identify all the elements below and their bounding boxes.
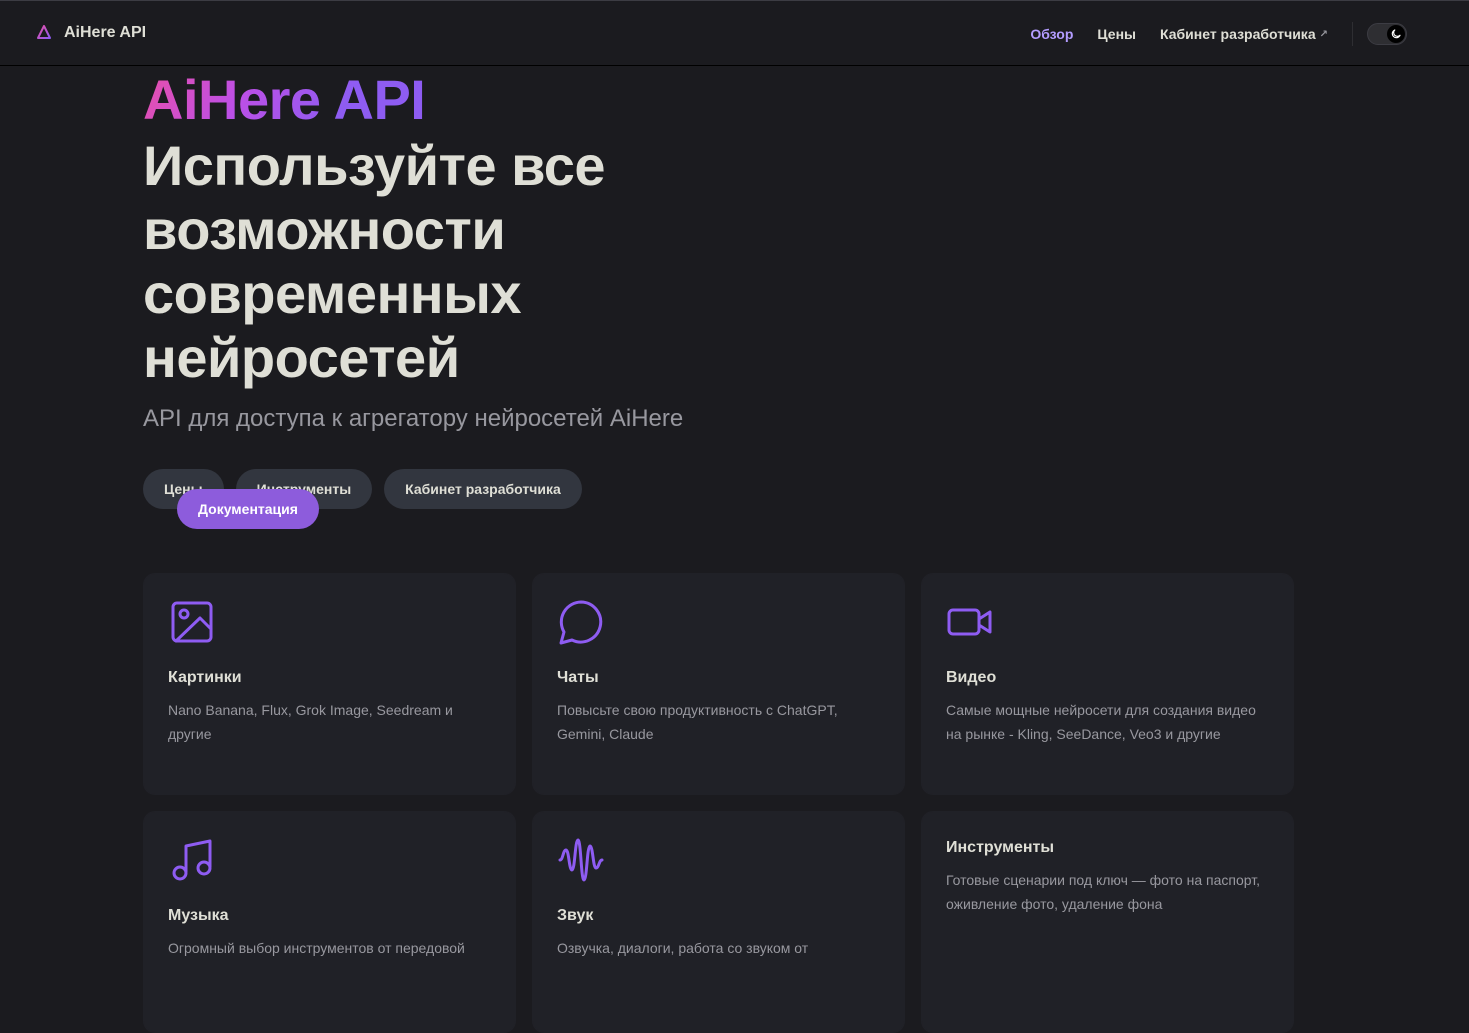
chat-bubble-icon bbox=[559, 600, 603, 645]
video-camera-icon bbox=[947, 608, 992, 636]
nav-link-label: Кабинет разработчика bbox=[1160, 26, 1316, 42]
feature-card-tools[interactable]: Инструменты Готовые сценарии под ключ — … bbox=[921, 811, 1294, 1033]
feature-card-images[interactable]: Картинки Nano Banana, Flux, Grok Image, … bbox=[143, 573, 516, 795]
feature-card-sound[interactable]: Звук Озвучка, диалоги, работа со звуком … bbox=[532, 811, 905, 1033]
nav-link-prices[interactable]: Цены bbox=[1085, 26, 1148, 42]
feature-title: Чаты bbox=[557, 669, 599, 686]
logo-icon bbox=[37, 25, 51, 39]
hero-name: AiHere API bbox=[143, 68, 426, 131]
feature-title: Звук bbox=[557, 907, 594, 924]
feature-title: Картинки bbox=[168, 669, 242, 686]
nav-link-label: Цены bbox=[1097, 26, 1136, 42]
hero-headline: Используйте все возможности современных … bbox=[143, 134, 606, 389]
feature-title: Музыка bbox=[168, 907, 229, 924]
feature-details: Повысьте свою продуктивность с ChatGPT, … bbox=[557, 702, 838, 742]
external-link-icon: ↗ bbox=[1319, 28, 1328, 40]
image-icon bbox=[171, 601, 213, 643]
feature-details: Самые мощные нейросети для создания виде… bbox=[946, 702, 1256, 742]
appearance-toggle[interactable] bbox=[1367, 23, 1407, 45]
nav-link-label: Обзор bbox=[1030, 26, 1074, 42]
feature-card-music[interactable]: Музыка Огромный выбор инструментов от пе… bbox=[143, 811, 516, 1033]
nav-link-overview[interactable]: Обзор bbox=[1018, 26, 1085, 42]
brand-title: AiHere API bbox=[64, 24, 147, 41]
feature-card-chats[interactable]: Чаты Повысьте свою продуктивность с Chat… bbox=[532, 573, 905, 795]
moon-icon bbox=[1391, 29, 1401, 39]
sound-wave-icon bbox=[558, 838, 604, 882]
hero-actions: Документация Цены Инструменты Кабинет ра… bbox=[143, 469, 582, 529]
feature-card-video[interactable]: Видео Самые мощные нейросети для создани… bbox=[921, 573, 1294, 795]
docs-button[interactable]: Документация bbox=[177, 489, 319, 529]
toggle-knob bbox=[1387, 25, 1405, 43]
nav-divider bbox=[1352, 22, 1353, 46]
hero-tagline: API для доступа к агрегатору нейросетей … bbox=[143, 405, 684, 432]
nav-links: Обзор Цены Кабинет разработчика ↗ bbox=[1018, 19, 1407, 49]
feature-details: Готовые сценарии под ключ — фото на пасп… bbox=[946, 872, 1260, 912]
top-nav: AiHere API Обзор Цены Кабинет разработчи… bbox=[0, 0, 1469, 66]
feature-title: Инструменты bbox=[946, 839, 1055, 856]
nav-link-developer-cabinet[interactable]: Кабинет разработчика ↗ bbox=[1148, 26, 1340, 42]
features-grid: Картинки Nano Banana, Flux, Grok Image, … bbox=[143, 573, 1296, 1033]
feature-details: Огромный выбор инструментов от передовой bbox=[168, 940, 465, 956]
feature-details: Озвучка, диалоги, работа со звуком от bbox=[557, 940, 809, 956]
feature-details: Nano Banana, Flux, Grok Image, Seedream … bbox=[168, 702, 453, 742]
brand-link[interactable]: AiHere API bbox=[34, 21, 146, 45]
feature-title: Видео bbox=[946, 669, 997, 686]
developer-cabinet-button[interactable]: Кабинет разработчика bbox=[384, 469, 582, 509]
music-note-icon bbox=[172, 839, 212, 881]
